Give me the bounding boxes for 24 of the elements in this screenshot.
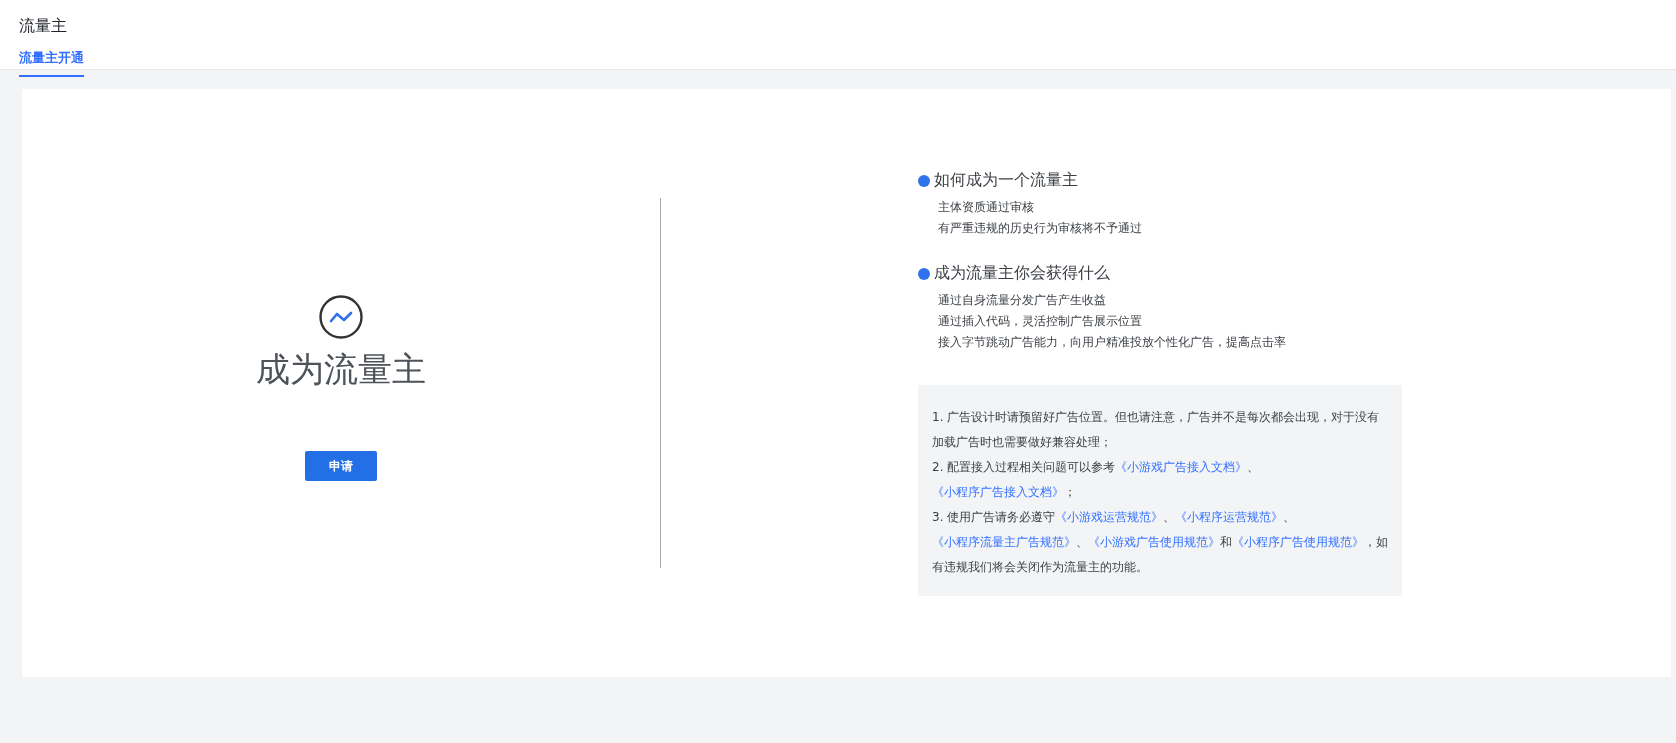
page-title: 流量主 [19,15,68,37]
tab[interactable]: 流量主开通 [19,49,84,77]
trend-circle-icon [319,295,363,339]
section-text: 接入字节跳动广告能力，向用户精准投放个性化广告，提高点击率 [938,334,1287,351]
notice-text: 1. 广告设计时请预留好广告位置。但也请注意，广告并不是每次都会出现，对于没有加载广告时也需要做好兼容处理； [932,409,1381,451]
doc-link[interactable]: 《小游戏广告接入文档》 [1115,460,1248,474]
doc-link[interactable]: 《小程序流量主广告规范》 [932,535,1076,549]
doc-link[interactable]: 《小游戏运营规范》 [1055,510,1164,524]
notice-text: 2. 配置接入过程相关问题可以参考《小游戏广告接入文档》、 《小程序广告接入文档》； [932,459,1261,501]
doc-link[interactable]: 《小程序运营规范》 [1175,510,1284,524]
doc-link[interactable]: 《小程序广告使用规范》 [1232,535,1364,549]
section-text: 有严重违规的历史行为审核将不予通过 [938,220,1143,237]
section-heading: 如何成为一个流量主 [934,170,1078,191]
section-text: 通过自身流量分发广告产生收益 [938,292,1107,309]
section-text: 主体资质通过审核 [938,199,1035,216]
bullet-icon [918,174,930,187]
section-text: 通过插入代码，灵活控制广告展示位置 [938,313,1143,330]
notice-text: 3. 使用广告请务必遵守《小游戏运营规范》、《小程序运营规范》、 《小程序流量主广告规范》、《小游戏广告使用规范》和《小程序广告使用规范》，如有违规我们将会关闭作为流量主的功能。 [932,509,1388,576]
bullet-icon [918,267,930,280]
hero-title: 成为流量主 [256,348,426,391]
section-heading: 成为流量主你会获得什么 [934,263,1110,284]
apply-button[interactable]: 申请 [305,451,377,481]
doc-link[interactable]: 《小程序广告接入文档》 [932,485,1064,499]
doc-link[interactable]: 《小游戏广告使用规范》 [1088,535,1220,549]
